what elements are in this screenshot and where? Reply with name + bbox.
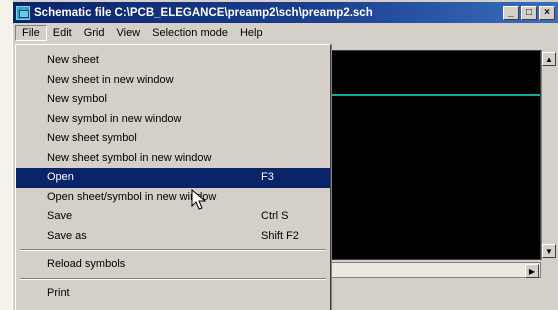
menu-item-shortcut: Ctrl S [261, 210, 289, 222]
menu-item-save-as[interactable]: Save as Shift F2 [16, 227, 330, 247]
minimize-button[interactable]: _ [503, 5, 519, 20]
status-area [331, 282, 558, 310]
title-bar[interactable]: Schematic file C:\PCB_ELEGANCE\preamp2\s… [13, 2, 558, 23]
menu-item-open[interactable]: Open F3 [16, 168, 330, 188]
schematic-canvas[interactable] [331, 50, 541, 260]
menu-item-save[interactable]: Save Ctrl S [16, 207, 330, 227]
menu-item-new-sheet[interactable]: New sheet [16, 51, 330, 71]
menu-item-reload-symbols[interactable]: Reload symbols [16, 255, 330, 275]
menu-item-shortcut: F3 [261, 171, 274, 183]
menu-selection-mode[interactable]: Selection mode [146, 26, 234, 40]
menu-item-label: Open [47, 171, 74, 183]
horizontal-scrollbar[interactable]: ▶ [331, 262, 541, 278]
window-title: Schematic file C:\PCB_ELEGANCE\preamp2\s… [34, 6, 373, 19]
schematic-app-icon[interactable] [16, 5, 30, 20]
menu-item-label: New sheet symbol [47, 132, 137, 144]
menu-bar: File Edit Grid View Selection mode Help [13, 24, 558, 42]
menu-item-new-symbol-in-new-window[interactable]: New symbol in new window [16, 110, 330, 130]
menu-separator [16, 246, 330, 255]
menu-view[interactable]: View [110, 26, 146, 40]
menu-item-label: New sheet in new window [47, 73, 174, 86]
close-button[interactable]: × [539, 5, 555, 20]
scroll-right-icon[interactable]: ▶ [525, 264, 539, 278]
vertical-scrollbar[interactable]: ▲ ▼ [541, 50, 556, 260]
menu-item-new-sheet-symbol[interactable]: New sheet symbol [16, 129, 330, 149]
file-menu-dropdown: New sheet New sheet in new window New sy… [15, 44, 331, 310]
menu-item-label: Reload symbols [47, 258, 126, 270]
menu-item-new-sheet-in-new-window[interactable]: New sheet in new window [16, 71, 330, 91]
menu-item-label: New sheet [47, 54, 99, 66]
menu-item-label: New symbol in new window [47, 112, 182, 125]
menu-item-shortcut: Shift F2 [261, 229, 299, 242]
menu-item-label: Print [47, 286, 70, 299]
menu-file[interactable]: File [15, 25, 47, 41]
maximize-button[interactable]: □ [521, 5, 537, 20]
menu-grid[interactable]: Grid [78, 26, 111, 40]
scroll-down-icon[interactable]: ▼ [542, 244, 556, 258]
menu-item-new-sheet-symbol-in-new-window[interactable]: New sheet symbol in new window [16, 149, 330, 169]
menu-item-print[interactable]: Print [16, 284, 330, 304]
menu-item-label: New symbol [47, 93, 107, 105]
menu-separator [16, 275, 330, 284]
menu-item-label: Save [47, 210, 73, 222]
schematic-wire [332, 94, 540, 96]
scroll-up-icon[interactable]: ▲ [542, 52, 556, 66]
menu-item-label: Save as [47, 229, 87, 242]
menu-help[interactable]: Help [234, 26, 269, 40]
menu-edit[interactable]: Edit [47, 26, 78, 40]
menu-item-label: New sheet symbol in new window [47, 151, 212, 164]
arrow-cursor-icon [191, 189, 207, 210]
menu-item-open-sheet-symbol-in-new-window[interactable]: Open sheet/symbol in new window [16, 188, 330, 208]
menu-item-new-symbol[interactable]: New symbol [16, 90, 330, 110]
